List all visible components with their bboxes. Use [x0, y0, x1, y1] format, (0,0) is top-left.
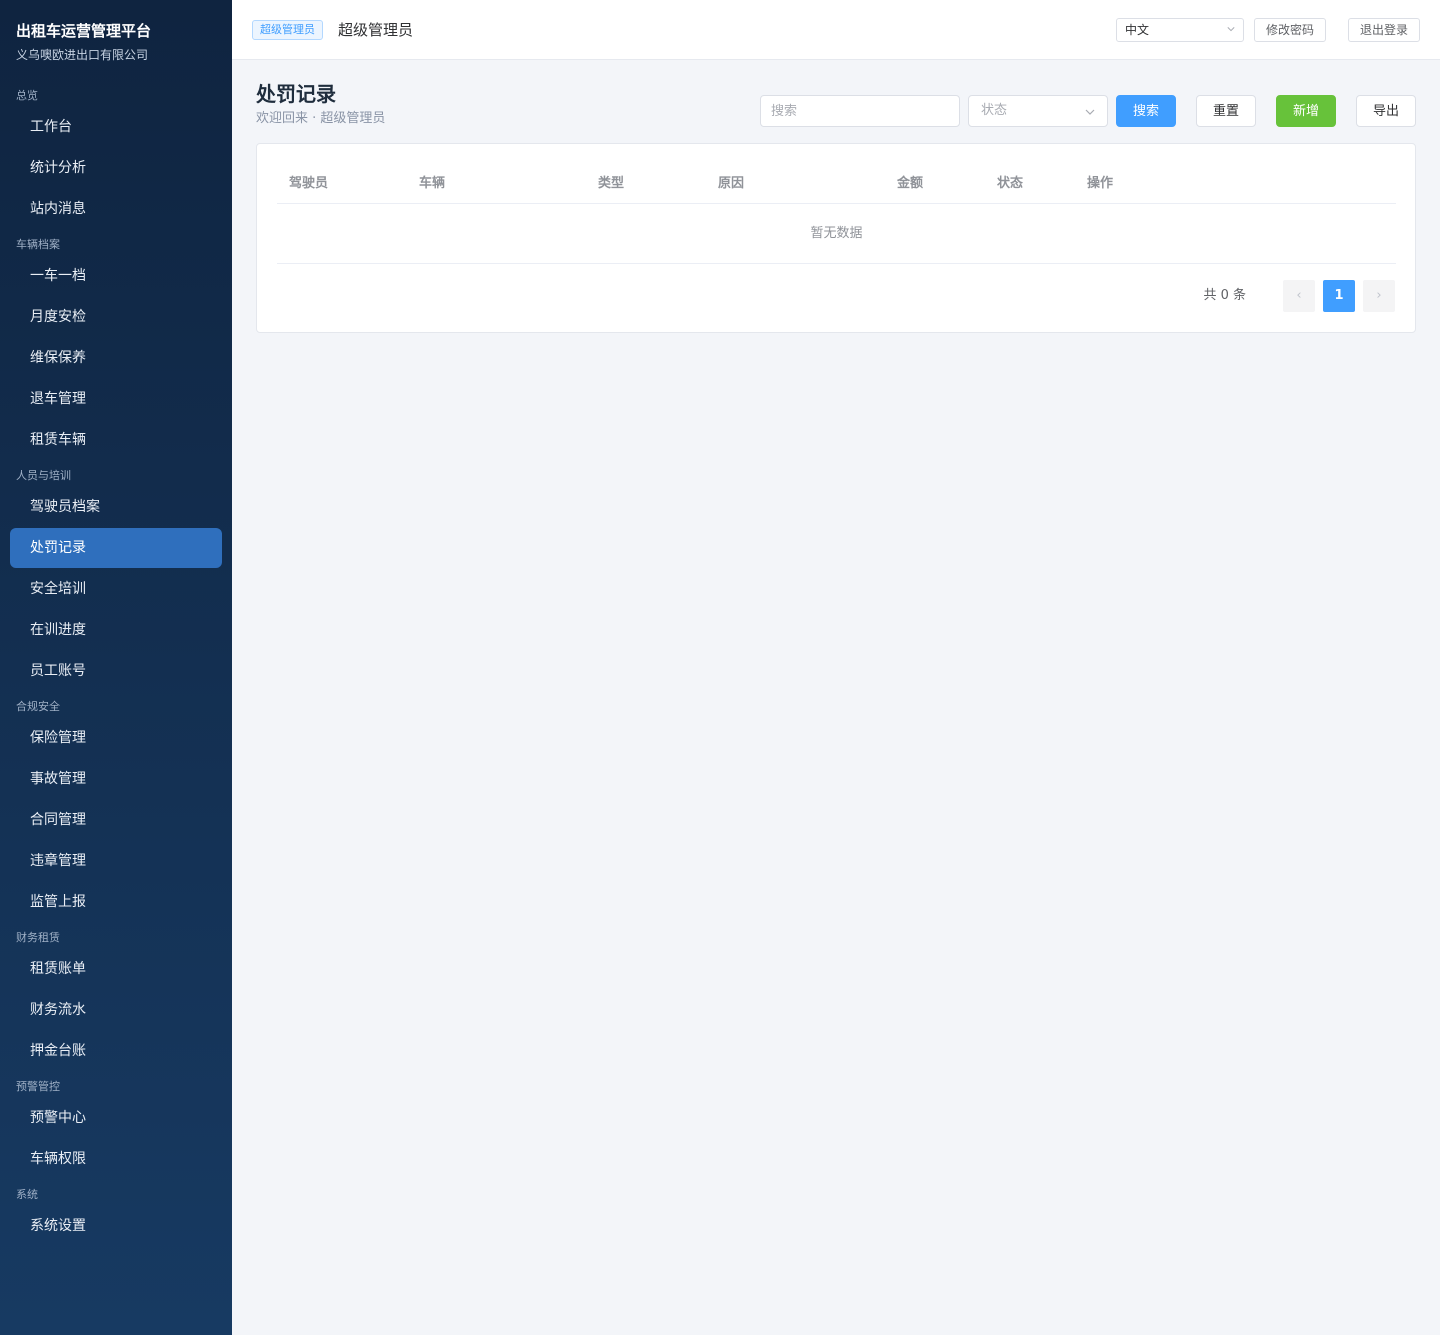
sidebar-item[interactable]: 一车一档: [10, 256, 222, 296]
sidebar-item[interactable]: 安全培训: [10, 569, 222, 609]
role-tag: 超级管理员: [252, 20, 323, 40]
sidebar-item[interactable]: 退车管理: [10, 379, 222, 419]
sidebar-item[interactable]: 处罚记录: [10, 528, 222, 568]
pagination-total: 共 0 条: [1203, 288, 1246, 303]
language-select[interactable]: 中文: [1116, 18, 1244, 42]
nav-group-title: 财务租赁: [16, 931, 60, 944]
status-placeholder: 状态: [981, 103, 1008, 118]
add-button[interactable]: 新增: [1276, 95, 1336, 127]
chevron-down-icon: [1085, 109, 1095, 115]
brand-subtitle: 义乌噢欧进出口有限公司: [16, 48, 149, 62]
sidebar-item[interactable]: 车辆权限: [10, 1139, 222, 1179]
language-value: 中文: [1125, 23, 1150, 37]
prev-page-button[interactable]: ‹: [1283, 280, 1315, 312]
sidebar-item[interactable]: 押金台账: [10, 1031, 222, 1071]
sidebar-item[interactable]: 事故管理: [10, 759, 222, 799]
nav-group-title: 总览: [16, 89, 38, 102]
sidebar-item[interactable]: 工作台: [10, 107, 222, 147]
page-number-button[interactable]: 1: [1323, 280, 1355, 312]
sidebar-item[interactable]: 租赁车辆: [10, 420, 222, 460]
brand-title: 出租车运营管理平台: [16, 22, 152, 40]
next-page-button[interactable]: ›: [1363, 280, 1395, 312]
nav-group-title: 系统: [16, 1188, 38, 1201]
chevron-down-icon: [1227, 27, 1235, 32]
sidebar-item[interactable]: 合同管理: [10, 800, 222, 840]
reset-button[interactable]: 重置: [1196, 95, 1256, 127]
empty-state: 暂无数据: [277, 204, 1396, 264]
nav-group-title: 合规安全: [16, 700, 60, 713]
page-title: 处罚记录: [256, 82, 336, 106]
sidebar-item[interactable]: 租赁账单: [10, 949, 222, 989]
column-reason: 原因: [718, 176, 745, 191]
change-password-button[interactable]: 修改密码: [1254, 18, 1326, 42]
column-driver: 驾驶员: [289, 176, 329, 191]
nav-group-title: 人员与培训: [16, 469, 71, 482]
search-button[interactable]: 搜索: [1116, 95, 1176, 127]
sidebar-item[interactable]: 监管上报: [10, 882, 222, 922]
column-vehicle: 车辆: [419, 176, 446, 191]
sidebar-item[interactable]: 违章管理: [10, 841, 222, 881]
sidebar-item[interactable]: 驾驶员档案: [10, 487, 222, 527]
nav-group-title: 车辆档案: [16, 238, 60, 251]
column-status: 状态: [997, 176, 1024, 191]
sidebar-item[interactable]: 月度安检: [10, 297, 222, 337]
column-type: 类型: [598, 176, 625, 191]
status-select[interactable]: 状态: [968, 95, 1108, 127]
sidebar-item[interactable]: 维保保养: [10, 338, 222, 378]
sidebar-item[interactable]: 预警中心: [10, 1098, 222, 1138]
sidebar-item[interactable]: 在训进度: [10, 610, 222, 650]
export-button[interactable]: 导出: [1356, 95, 1416, 127]
sidebar-item[interactable]: 统计分析: [10, 148, 222, 188]
sidebar-item[interactable]: 系统设置: [10, 1206, 222, 1246]
page-subtitle: 欢迎回来 · 超级管理员: [256, 111, 386, 126]
brand: 出租车运营管理平台 义乌噢欧进出口有限公司: [0, 0, 232, 80]
sidebar-item[interactable]: 保险管理: [10, 718, 222, 758]
sidebar-item[interactable]: 财务流水: [10, 990, 222, 1030]
pagination: 共 0 条 ‹ 1 ›: [1095, 280, 1395, 312]
column-amount: 金额: [897, 176, 924, 191]
column-actions: 操作: [1087, 176, 1114, 191]
table-header: 驾驶员 车辆 类型 原因 金额 状态 操作: [277, 164, 1396, 204]
sidebar: 出租车运营管理平台 义乌噢欧进出口有限公司 总览工作台 统计分析 站内消息车辆档案一…: [0, 0, 232, 1335]
sidebar-item[interactable]: 员工账号: [10, 651, 222, 691]
sidebar-item[interactable]: 站内消息: [10, 189, 222, 229]
table-card: 驾驶员 车辆 类型 原因 金额 状态 操作 暂无数据 共 0 条 ‹ 1 ›: [256, 143, 1416, 333]
logout-button[interactable]: 退出登录: [1348, 18, 1420, 42]
records-table: 驾驶员 车辆 类型 原因 金额 状态 操作 暂无数据: [277, 164, 1396, 264]
user-name: 超级管理员: [338, 21, 414, 39]
top-header: 超级管理员 超级管理员 中文 修改密码 退出登录: [232, 0, 1440, 60]
nav-group-title: 预警管控: [16, 1080, 60, 1093]
search-input[interactable]: [760, 95, 960, 127]
sidebar-nav: 总览工作台 统计分析 站内消息车辆档案一车一档 月度安检 维保保养 退车管理 租赁车辆人员与…: [0, 86, 232, 1246]
